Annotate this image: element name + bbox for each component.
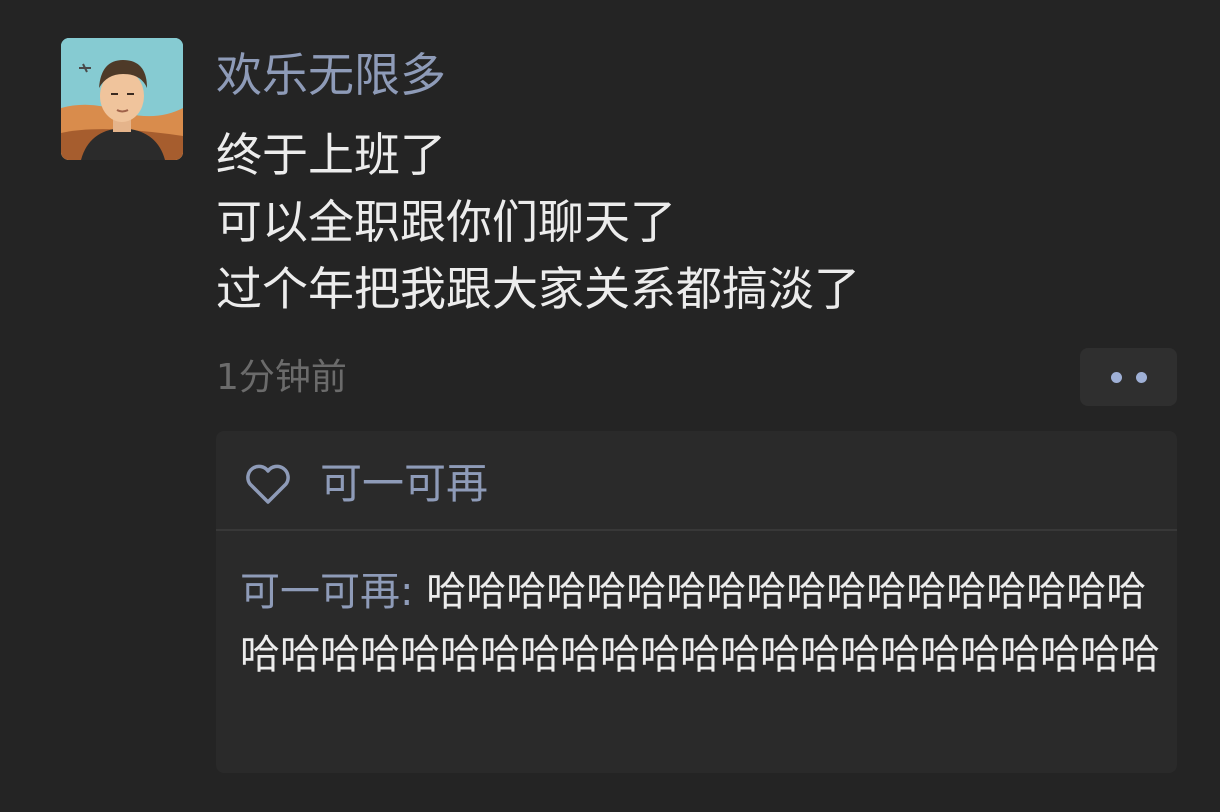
more-dots-icon	[1110, 371, 1122, 383]
post-timestamp: 1分钟前	[216, 357, 347, 398]
comment-item[interactable]: 可一可再: 哈哈哈哈哈哈哈哈哈哈哈哈哈哈哈哈哈哈哈哈哈哈哈哈哈哈哈哈哈哈哈哈哈哈…	[240, 561, 1170, 687]
post-content: 终于上班了 可以全职跟你们聊天了 过个年把我跟大家关系都搞淡了	[216, 122, 860, 323]
more-dots-icon	[1135, 371, 1147, 383]
comment-separator: :	[400, 569, 427, 615]
moment-post: 欢乐无限多 终于上班了 可以全职跟你们聊天了 过个年把我跟大家关系都搞淡了 1分…	[0, 0, 1220, 812]
liker-name[interactable]: 可一可再	[320, 455, 488, 513]
post-line: 过个年把我跟大家关系都搞淡了	[216, 262, 860, 316]
author-avatar[interactable]	[61, 38, 183, 160]
post-line: 可以全职跟你们聊天了	[216, 195, 676, 249]
avatar-image	[61, 38, 183, 160]
more-actions-button[interactable]	[1080, 348, 1177, 406]
likes-row: 可一可再	[244, 455, 488, 513]
likes-comments-panel: 可一可再 可一可再: 哈哈哈哈哈哈哈哈哈哈哈哈哈哈哈哈哈哈哈哈哈哈哈哈哈哈哈哈哈…	[216, 431, 1177, 773]
comment-author[interactable]: 可一可再	[240, 569, 400, 615]
post-line: 终于上班了	[216, 128, 446, 182]
author-name[interactable]: 欢乐无限多	[216, 44, 446, 106]
heart-outline-icon	[246, 464, 290, 504]
divider	[216, 529, 1177, 531]
